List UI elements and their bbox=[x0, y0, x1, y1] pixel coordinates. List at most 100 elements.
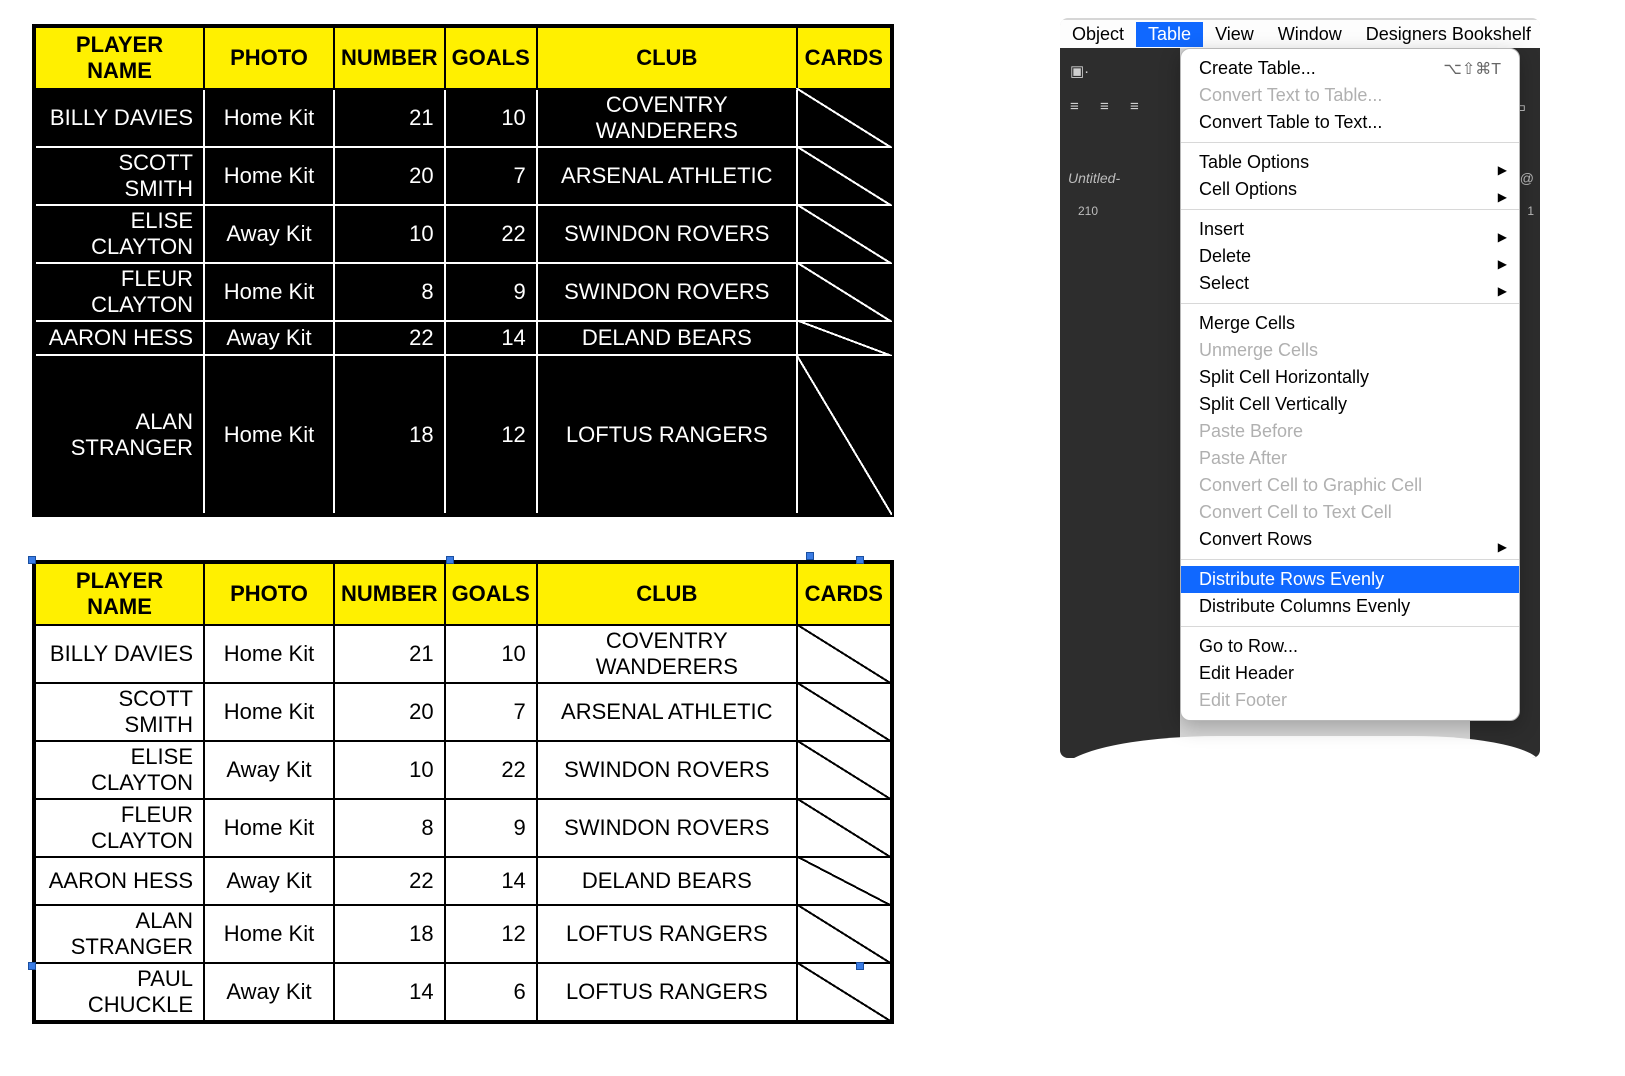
align-left-icon[interactable]: ≡ bbox=[1070, 98, 1079, 115]
cell-name[interactable]: FLEUR CLAYTON bbox=[34, 263, 204, 321]
cell-cards[interactable] bbox=[797, 147, 892, 205]
cell-number[interactable]: 8 bbox=[334, 263, 445, 321]
col-header-goals[interactable]: GOALS bbox=[445, 562, 537, 625]
cell-photo[interactable]: Home Kit bbox=[204, 683, 334, 741]
col-header-photo[interactable]: PHOTO bbox=[204, 562, 334, 625]
cell-photo[interactable]: Home Kit bbox=[204, 905, 334, 963]
cell-number[interactable]: 21 bbox=[334, 625, 445, 683]
menu-create-table[interactable]: Create Table... ⌥⇧⌘T bbox=[1181, 55, 1519, 82]
cell-photo[interactable]: Home Kit bbox=[204, 799, 334, 857]
cell-photo[interactable]: Away Kit bbox=[204, 963, 334, 1022]
cell-name[interactable]: ALAN STRANGER bbox=[34, 905, 204, 963]
cell-name[interactable]: FLEUR CLAYTON bbox=[34, 799, 204, 857]
cell-cards[interactable] bbox=[797, 355, 892, 515]
cell-photo[interactable]: Home Kit bbox=[204, 147, 334, 205]
cell-club[interactable]: ARSENAL ATHLETIC bbox=[537, 147, 797, 205]
cell-goals[interactable]: 9 bbox=[445, 799, 537, 857]
cell-name[interactable]: ELISE CLAYTON bbox=[34, 741, 204, 799]
cell-number[interactable]: 8 bbox=[334, 799, 445, 857]
document-tab-left[interactable]: Untitled- bbox=[1060, 170, 1120, 186]
cell-club[interactable]: COVENTRY WANDERERS bbox=[537, 625, 797, 683]
cell-number[interactable]: 21 bbox=[334, 89, 445, 147]
cell-photo[interactable]: Home Kit bbox=[204, 355, 334, 515]
cell-number[interactable]: 20 bbox=[334, 683, 445, 741]
cell-cards[interactable] bbox=[797, 857, 892, 905]
cell-name[interactable]: PAUL CHUCKLE bbox=[34, 963, 204, 1022]
menu-split-horizontal[interactable]: Split Cell Horizontally bbox=[1181, 364, 1519, 391]
cell-goals[interactable]: 10 bbox=[445, 89, 537, 147]
table-row[interactable]: SCOTT SMITHHome Kit207ARSENAL ATHLETIC bbox=[34, 147, 892, 205]
menu-insert[interactable]: Insert bbox=[1181, 216, 1519, 243]
cell-name[interactable]: ELISE CLAYTON bbox=[34, 205, 204, 263]
menubar-designers[interactable]: Designers Bookshelf bbox=[1354, 22, 1540, 47]
menu-distribute-rows-evenly[interactable]: Distribute Rows Evenly bbox=[1181, 566, 1519, 593]
col-header-number[interactable]: NUMBER bbox=[334, 26, 445, 89]
cell-photo[interactable]: Away Kit bbox=[204, 857, 334, 905]
cell-name[interactable]: BILLY DAVIES bbox=[34, 625, 204, 683]
col-header-name[interactable]: PLAYER NAME bbox=[34, 562, 204, 625]
cell-number[interactable]: 10 bbox=[334, 741, 445, 799]
menu-cell-options[interactable]: Cell Options bbox=[1181, 176, 1519, 203]
players-table-before[interactable]: PLAYER NAME PHOTO NUMBER GOALS CLUB CARD… bbox=[32, 24, 894, 517]
cell-club[interactable]: LOFTUS RANGERS bbox=[537, 963, 797, 1022]
selection-handle[interactable] bbox=[28, 962, 36, 970]
cell-number[interactable]: 14 bbox=[334, 963, 445, 1022]
cell-cards[interactable] bbox=[797, 625, 892, 683]
menu-split-vertical[interactable]: Split Cell Vertically bbox=[1181, 391, 1519, 418]
cell-number[interactable]: 18 bbox=[334, 905, 445, 963]
col-header-number[interactable]: NUMBER bbox=[334, 562, 445, 625]
table-row[interactable]: AARON HESSAway Kit2214DELAND BEARS bbox=[34, 321, 892, 355]
cell-club[interactable]: LOFTUS RANGERS bbox=[537, 355, 797, 515]
menubar-window[interactable]: Window bbox=[1266, 22, 1354, 47]
table-row[interactable]: BILLY DAVIESHome Kit2110COVENTRY WANDERE… bbox=[34, 89, 892, 147]
selection-handle[interactable] bbox=[806, 552, 814, 560]
selection-handle[interactable] bbox=[28, 556, 36, 564]
cell-photo[interactable]: Home Kit bbox=[204, 89, 334, 147]
cell-club[interactable]: SWINDON ROVERS bbox=[537, 263, 797, 321]
cell-goals[interactable]: 7 bbox=[445, 147, 537, 205]
cell-club[interactable]: COVENTRY WANDERERS bbox=[537, 89, 797, 147]
cell-name[interactable]: AARON HESS bbox=[34, 857, 204, 905]
align-right-icon[interactable]: ≡ bbox=[1130, 98, 1139, 115]
cell-club[interactable]: ARSENAL ATHLETIC bbox=[537, 683, 797, 741]
cell-club[interactable]: SWINDON ROVERS bbox=[537, 799, 797, 857]
table-row[interactable]: ELISE CLAYTONAway Kit1022SWINDON ROVERS bbox=[34, 741, 892, 799]
col-header-goals[interactable]: GOALS bbox=[445, 26, 537, 89]
cell-club[interactable]: DELAND BEARS bbox=[537, 857, 797, 905]
cell-goals[interactable]: 14 bbox=[445, 321, 537, 355]
cell-cards[interactable] bbox=[797, 963, 892, 1022]
menubar-view[interactable]: View bbox=[1203, 22, 1266, 47]
players-table-after[interactable]: PLAYER NAME PHOTO NUMBER GOALS CLUB CARD… bbox=[32, 560, 894, 1024]
menu-edit-header[interactable]: Edit Header bbox=[1181, 660, 1519, 687]
cell-name[interactable]: SCOTT SMITH bbox=[34, 683, 204, 741]
table-row[interactable]: AARON HESSAway Kit2214DELAND BEARS bbox=[34, 857, 892, 905]
selection-handle[interactable] bbox=[856, 962, 864, 970]
cell-number[interactable]: 10 bbox=[334, 205, 445, 263]
cell-goals[interactable]: 9 bbox=[445, 263, 537, 321]
cell-club[interactable]: DELAND BEARS bbox=[537, 321, 797, 355]
cell-photo[interactable]: Home Kit bbox=[204, 263, 334, 321]
cell-number[interactable]: 20 bbox=[334, 147, 445, 205]
menu-go-to-row[interactable]: Go to Row... bbox=[1181, 633, 1519, 660]
table-row[interactable]: ALAN STRANGERHome Kit1812LOFTUS RANGERS bbox=[34, 355, 892, 515]
menu-select[interactable]: Select bbox=[1181, 270, 1519, 297]
cell-goals[interactable]: 7 bbox=[445, 683, 537, 741]
cell-photo[interactable]: Away Kit bbox=[204, 741, 334, 799]
menu-distribute-columns-evenly[interactable]: Distribute Columns Evenly bbox=[1181, 593, 1519, 620]
cell-goals[interactable]: 12 bbox=[445, 355, 537, 515]
cell-number[interactable]: 22 bbox=[334, 321, 445, 355]
menubar-object[interactable]: Object bbox=[1060, 22, 1136, 47]
align-center-icon[interactable]: ≡ bbox=[1100, 98, 1109, 115]
selection-handle[interactable] bbox=[446, 556, 454, 564]
cell-photo[interactable]: Away Kit bbox=[204, 321, 334, 355]
cell-cards[interactable] bbox=[797, 683, 892, 741]
table-row[interactable]: PAUL CHUCKLEAway Kit146LOFTUS RANGERS bbox=[34, 963, 892, 1022]
cell-cards[interactable] bbox=[797, 741, 892, 799]
cell-cards[interactable] bbox=[797, 905, 892, 963]
table-row[interactable]: FLEUR CLAYTONHome Kit89SWINDON ROVERS bbox=[34, 263, 892, 321]
cell-name[interactable]: ALAN STRANGER bbox=[34, 355, 204, 515]
col-header-name[interactable]: PLAYER NAME bbox=[34, 26, 204, 89]
col-header-cards[interactable]: CARDS bbox=[797, 26, 892, 89]
cell-photo[interactable]: Home Kit bbox=[204, 625, 334, 683]
menu-delete[interactable]: Delete bbox=[1181, 243, 1519, 270]
